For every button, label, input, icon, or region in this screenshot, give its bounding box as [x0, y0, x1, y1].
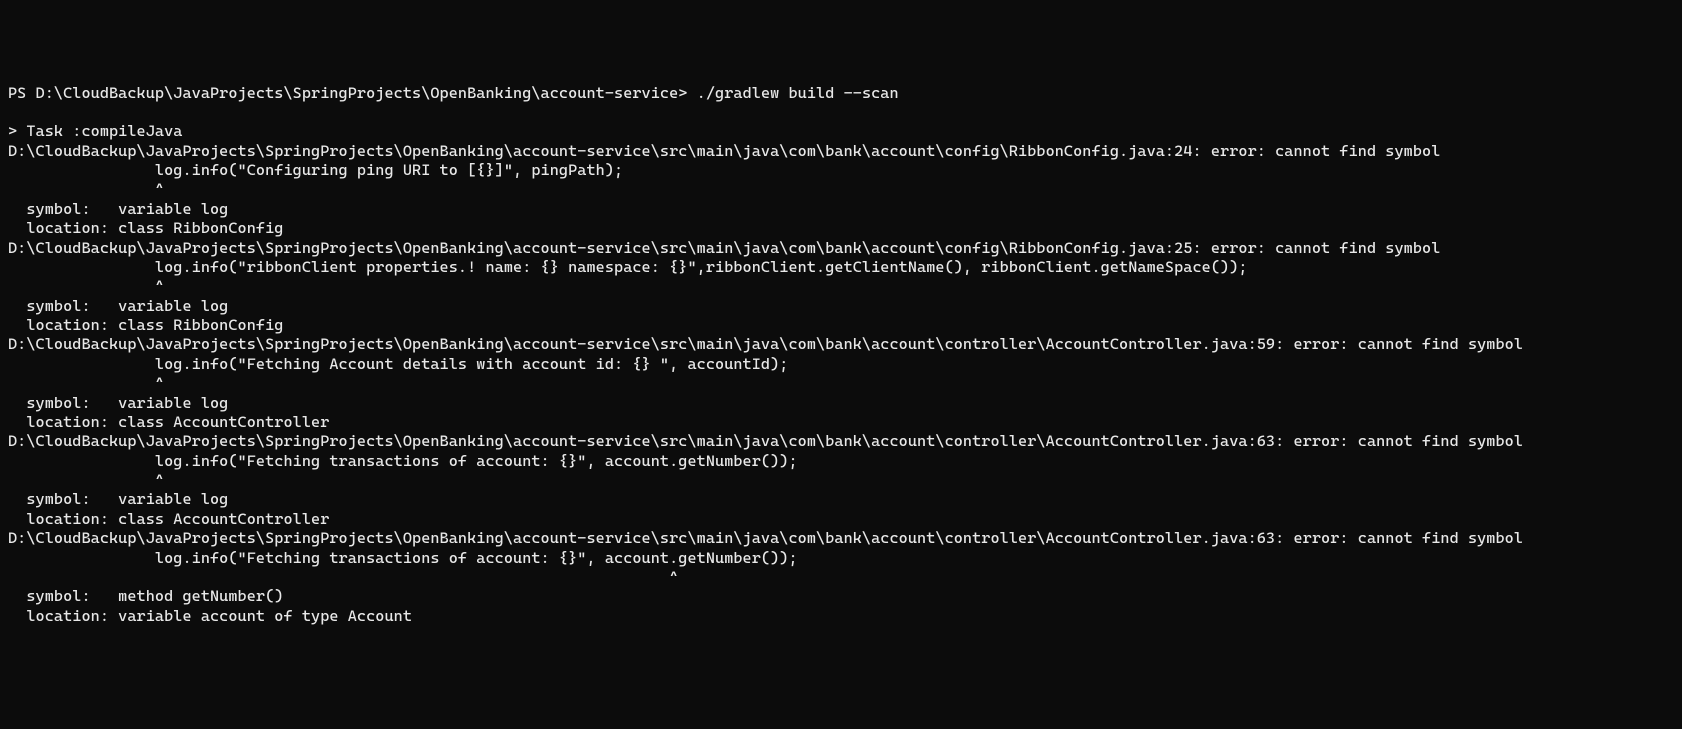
prompt-ps: PS: [8, 84, 36, 102]
output-line: symbol: method getNumber(): [8, 587, 1674, 606]
output-line: log.info("Fetching transactions of accou…: [8, 452, 1674, 471]
output-line: ^: [8, 277, 1674, 296]
output-line: D:\CloudBackup\JavaProjects\SpringProjec…: [8, 335, 1674, 354]
output-line: [8, 103, 1674, 122]
output-line: location: variable account of type Accou…: [8, 607, 1674, 626]
output-line: log.info("ribbonClient properties.! name…: [8, 258, 1674, 277]
prompt-line: PS D:\CloudBackup\JavaProjects\SpringPro…: [8, 84, 1674, 103]
output-line: ^: [8, 180, 1674, 199]
output-line: > Task :compileJava: [8, 122, 1674, 141]
output-line: location: class RibbonConfig: [8, 219, 1674, 238]
output-line: symbol: variable log: [8, 394, 1674, 413]
command-text: ./gradlew build --scan: [697, 84, 899, 102]
output-line: ^: [8, 471, 1674, 490]
output-line: ^: [8, 374, 1674, 393]
prompt-arrow: >: [678, 84, 696, 102]
output-line: ^: [8, 568, 1674, 587]
output-line: log.info("Configuring ping URI to [{}]",…: [8, 161, 1674, 180]
output-line: location: class AccountController: [8, 413, 1674, 432]
output-line: D:\CloudBackup\JavaProjects\SpringProjec…: [8, 239, 1674, 258]
output-lines: > Task :compileJavaD:\CloudBackup\JavaPr…: [8, 103, 1674, 626]
output-line: symbol: variable log: [8, 297, 1674, 316]
terminal-output[interactable]: PS D:\CloudBackup\JavaProjects\SpringPro…: [8, 84, 1674, 627]
output-line: symbol: variable log: [8, 490, 1674, 509]
prompt-path: D:\CloudBackup\JavaProjects\SpringProjec…: [36, 84, 679, 102]
output-line: location: class AccountController: [8, 510, 1674, 529]
output-line: log.info("Fetching transactions of accou…: [8, 549, 1674, 568]
output-line: D:\CloudBackup\JavaProjects\SpringProjec…: [8, 529, 1674, 548]
output-line: symbol: variable log: [8, 200, 1674, 219]
output-line: location: class RibbonConfig: [8, 316, 1674, 335]
output-line: D:\CloudBackup\JavaProjects\SpringProjec…: [8, 432, 1674, 451]
output-line: D:\CloudBackup\JavaProjects\SpringProjec…: [8, 142, 1674, 161]
output-line: log.info("Fetching Account details with …: [8, 355, 1674, 374]
